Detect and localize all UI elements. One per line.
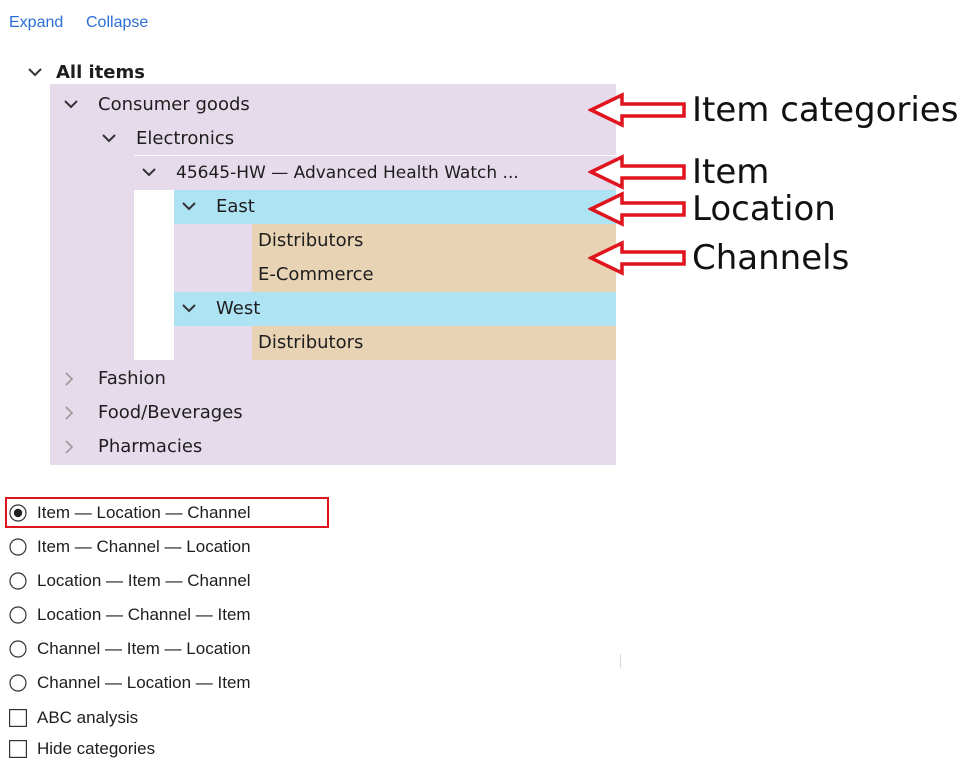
expand-link[interactable]: Expand xyxy=(9,14,63,32)
category-band-left xyxy=(50,190,134,360)
chevron-down-icon[interactable] xyxy=(28,56,44,90)
chevron-right-icon[interactable] xyxy=(64,430,80,464)
radio-selected-icon[interactable] xyxy=(9,504,27,522)
checkbox-unchecked-icon[interactable] xyxy=(9,709,27,727)
annotation-label: Item categories xyxy=(692,90,959,130)
annotation-label: Channels xyxy=(692,238,850,278)
chevron-down-icon[interactable] xyxy=(102,122,118,156)
tree-node-label: Electronics xyxy=(136,128,235,149)
radio-label: Channel — Location — Item xyxy=(37,673,251,692)
radio-label: Item — Channel — Location xyxy=(37,537,251,556)
checkbox-label: ABC analysis xyxy=(37,708,139,727)
radio-unselected-icon[interactable] xyxy=(9,606,27,624)
tree-node-label: Consumer goods xyxy=(98,94,250,115)
tree-node-label: All items xyxy=(56,62,145,83)
chevron-down-icon[interactable] xyxy=(64,88,80,122)
tree-node-label: East xyxy=(216,196,255,217)
chevron-down-icon[interactable] xyxy=(182,292,198,326)
chevron-down-icon[interactable] xyxy=(182,190,198,224)
divider xyxy=(620,654,621,668)
radio-label: Item — Location — Channel xyxy=(37,503,251,522)
tree-node-label: West xyxy=(216,298,261,319)
annotation-label: Item xyxy=(692,152,770,192)
left-arrow-icon xyxy=(588,191,686,227)
annotation-label: Location xyxy=(692,189,836,229)
checkbox-label: Hide categories xyxy=(37,739,156,758)
radio-unselected-icon[interactable] xyxy=(9,572,27,590)
radio-unselected-icon[interactable] xyxy=(9,640,27,658)
tree-node-label: Pharmacies xyxy=(98,436,203,457)
left-arrow-icon xyxy=(588,154,686,190)
tree-node-label: E-Commerce xyxy=(258,264,374,285)
chevron-right-icon[interactable] xyxy=(64,396,80,430)
radio-label: Location — Channel — Item xyxy=(37,605,251,624)
radio-label: Channel — Item — Location xyxy=(37,639,251,658)
collapse-link[interactable]: Collapse xyxy=(86,14,148,32)
tree-node-label: 45645-HW — Advanced Health Watch ... xyxy=(176,163,519,183)
radio-unselected-icon[interactable] xyxy=(9,538,27,556)
tree-node-label: Distributors xyxy=(258,230,364,251)
chevron-down-icon[interactable] xyxy=(142,156,158,190)
left-arrow-icon xyxy=(588,240,686,276)
tree-node-label: Fashion xyxy=(98,368,166,389)
tree-node-label: Food/Beverages xyxy=(98,402,243,423)
tree-node-label: Distributors xyxy=(258,332,364,353)
checkbox-unchecked-icon[interactable] xyxy=(9,740,27,758)
radio-label: Location — Item — Channel xyxy=(37,571,251,590)
left-arrow-icon xyxy=(588,92,686,128)
chevron-right-icon[interactable] xyxy=(64,362,80,396)
radio-unselected-icon[interactable] xyxy=(9,674,27,692)
